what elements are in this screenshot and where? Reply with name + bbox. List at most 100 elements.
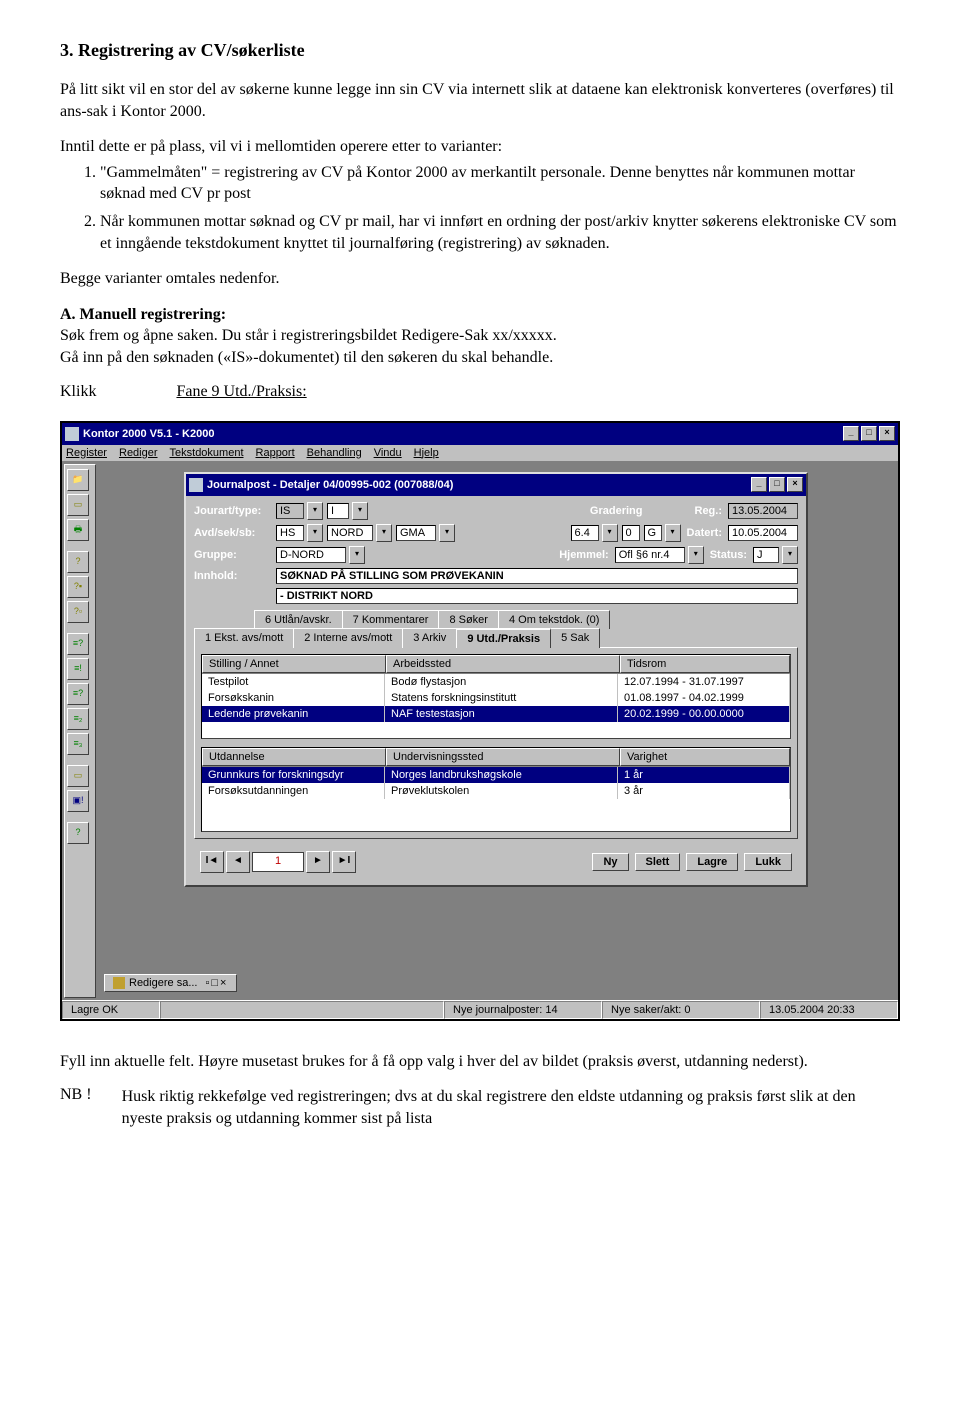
field-hjemmel[interactable]: Ofl §6 nr.4 <box>615 547 685 563</box>
dropdown-icon[interactable]: ▾ <box>782 546 798 564</box>
field-avd2[interactable]: NORD <box>327 525 373 541</box>
praksis-header: Stilling / Annet Arbeidssted Tidsrom <box>202 655 790 674</box>
dropdown-icon[interactable]: ▾ <box>439 524 455 542</box>
record-nav-bar: I◄ ◄ 1 ► ►I Ny Slett Lagre Lukk <box>194 847 798 877</box>
menu-register[interactable]: Register <box>66 447 107 459</box>
menu-rapport[interactable]: Rapport <box>256 447 295 459</box>
dropdown-icon[interactable]: ▾ <box>376 524 392 542</box>
lukk-button[interactable]: Lukk <box>744 853 792 871</box>
field-g2[interactable]: 0 <box>622 525 640 541</box>
field-avd1[interactable]: HS <box>276 525 304 541</box>
tab-soker[interactable]: 8 Søker <box>438 610 499 629</box>
praksis-list[interactable]: Stilling / Annet Arbeidssted Tidsrom Tes… <box>201 654 791 739</box>
tab-panel: Stilling / Annet Arbeidssted Tidsrom Tes… <box>194 647 798 839</box>
click-label: Klikk <box>60 383 96 401</box>
dropdown-icon[interactable]: ▾ <box>352 502 368 520</box>
tab-kommentarer[interactable]: 7 Kommentarer <box>342 610 440 629</box>
list-item[interactable]: Forsøksutdanningen Prøveklutskolen 3 år <box>202 783 790 799</box>
toolbar-btn-green4-icon[interactable]: ≡₂ <box>67 708 89 730</box>
menu-hjelp[interactable]: Hjelp <box>414 447 439 459</box>
list-item[interactable]: Ledende prøvekanin NAF testestasjon 20.0… <box>202 706 790 722</box>
field-jourart2[interactable]: I <box>327 503 349 519</box>
child-minimize-button[interactable]: _ <box>751 477 767 492</box>
menu-tekstdokument[interactable]: Tekstdokument <box>170 447 244 459</box>
label-gruppe: Gruppe: <box>194 549 272 561</box>
field-jourart1[interactable]: IS <box>276 503 304 519</box>
dropdown-icon[interactable]: ▾ <box>602 524 618 542</box>
slett-button[interactable]: Slett <box>635 853 681 871</box>
nav-next-button[interactable]: ► <box>306 851 330 873</box>
fyll-paragraph: Fyll inn aktuelle felt. Høyre musetast b… <box>60 1051 900 1073</box>
nav-last-button[interactable]: ►I <box>332 851 356 873</box>
manual-line2: Gå inn på den søknaden («IS»-dokumentet)… <box>60 349 553 366</box>
task-label: Redigere sa... <box>129 977 197 989</box>
manual-reg-block: A. Manuell registrering: Søk frem og åpn… <box>60 304 900 369</box>
variant-intro: Inntil dette er på plass, vil vi i mello… <box>60 136 900 158</box>
tab-utd-praksis[interactable]: 9 Utd./Praksis <box>456 628 551 648</box>
tab-utlan[interactable]: 6 Utlån/avskr. <box>254 610 343 629</box>
toolbar-btn-find2-icon[interactable]: ?▪ <box>67 576 89 598</box>
tab-tekstdok[interactable]: 4 Om tekstdok. (0) <box>498 610 610 629</box>
toolbar-btn-find-icon[interactable]: ? <box>67 551 89 573</box>
child-close-button[interactable]: × <box>787 477 803 492</box>
toolbar-btn-help-icon[interactable]: ? <box>67 822 89 844</box>
child-titlebar: Journalpost - Detaljer 04/00995-002 (007… <box>186 474 806 496</box>
field-innhold2[interactable]: - DISTRIKT NORD <box>276 588 798 604</box>
dropdown-icon[interactable]: ▾ <box>688 546 704 564</box>
toolbar-btn-print-icon[interactable]: 🖶 <box>67 519 89 541</box>
field-g3[interactable]: G <box>644 525 662 541</box>
toolbar-btn-doc-icon[interactable]: ▭ <box>67 494 89 516</box>
field-status[interactable]: J <box>753 547 779 563</box>
toolbar-btn-green1-icon[interactable]: ≡? <box>67 633 89 655</box>
dropdown-icon[interactable]: ▾ <box>307 524 323 542</box>
tab-interne-avsmott[interactable]: 2 Interne avs/mott <box>293 628 403 648</box>
field-datert[interactable]: 10.05.2004 <box>728 525 798 541</box>
field-gruppe[interactable]: D-NORD <box>276 547 346 563</box>
list-item[interactable]: Grunnkurs for forskningsdyr Norges landb… <box>202 767 790 783</box>
toolbar-btn-green3-icon[interactable]: ≡? <box>67 683 89 705</box>
nav-first-button[interactable]: I◄ <box>200 851 224 873</box>
tab-arkiv[interactable]: 3 Arkiv <box>402 628 457 648</box>
field-g1[interactable]: 6.4 <box>571 525 599 541</box>
field-innhold1[interactable]: SØKNAD PÅ STILLING SOM PRØVEKANIN <box>276 568 798 584</box>
col-tidsrom: Tidsrom <box>620 655 790 673</box>
ny-button[interactable]: Ny <box>592 853 628 871</box>
tab-sak[interactable]: 5 Sak <box>550 628 600 648</box>
dropdown-icon[interactable]: ▾ <box>349 546 365 564</box>
section-heading: 3. Registrering av CV/søkerliste <box>60 40 900 61</box>
tabs-row-bottom: 1 Ekst. avs/mott 2 Interne avs/mott 3 Ar… <box>194 628 798 648</box>
mdi-task-button[interactable]: Redigere sa... ▫□× <box>104 974 237 992</box>
dropdown-icon[interactable]: ▾ <box>307 502 323 520</box>
field-avd3[interactable]: GMA <box>396 525 436 541</box>
toolbar-btn-exit-icon[interactable]: ▣! <box>67 790 89 812</box>
field-reg: 13.05.2004 <box>728 503 798 519</box>
child-window-icon <box>189 478 203 492</box>
menu-behandling[interactable]: Behandling <box>307 447 362 459</box>
maximize-button[interactable]: □ <box>861 426 877 441</box>
tab-ekst-avsmott[interactable]: 1 Ekst. avs/mott <box>194 628 294 648</box>
child-title: Journalpost - Detaljer 04/00995-002 (007… <box>207 479 751 491</box>
list-item[interactable]: Forsøkskanin Statens forskningsinstitutt… <box>202 690 790 706</box>
toolbar-btn-green5-icon[interactable]: ≡₃ <box>67 733 89 755</box>
dropdown-icon[interactable]: ▾ <box>665 524 681 542</box>
app-window: Kontor 2000 V5.1 - K2000 _ □ × Register … <box>60 421 900 1021</box>
toolbar-btn-folder2-icon[interactable]: ▭ <box>67 765 89 787</box>
menu-vindu[interactable]: Vindu <box>374 447 402 459</box>
tabs-row-top: 6 Utlån/avskr. 7 Kommentarer 8 Søker 4 O… <box>254 610 798 629</box>
minimize-button[interactable]: _ <box>843 426 859 441</box>
intro-paragraph: På litt sikt vil en stor del av søkerne … <box>60 79 900 122</box>
list-item[interactable]: Testpilot Bodø flystasjon 12.07.1994 - 3… <box>202 674 790 690</box>
close-button[interactable]: × <box>879 426 895 441</box>
toolbar-btn-green2-icon[interactable]: ≡! <box>67 658 89 680</box>
toolbar-btn-folder-icon[interactable]: 📁 <box>67 469 89 491</box>
menu-rediger[interactable]: Rediger <box>119 447 158 459</box>
nav-prev-button[interactable]: ◄ <box>226 851 250 873</box>
child-maximize-button[interactable]: □ <box>769 477 785 492</box>
utdanning-list[interactable]: Utdannelse Undervisningssted Varighet Gr… <box>201 747 791 832</box>
toolbar-btn-find3-icon[interactable]: ?▫ <box>67 601 89 623</box>
lagre-button[interactable]: Lagre <box>686 853 738 871</box>
list-item: Når kommunen mottar søknad og CV pr mail… <box>100 211 900 254</box>
status-blank <box>160 1001 444 1019</box>
utdanning-header: Utdannelse Undervisningssted Varighet <box>202 748 790 767</box>
status-datetime: 13.05.2004 20:33 <box>760 1001 898 1019</box>
